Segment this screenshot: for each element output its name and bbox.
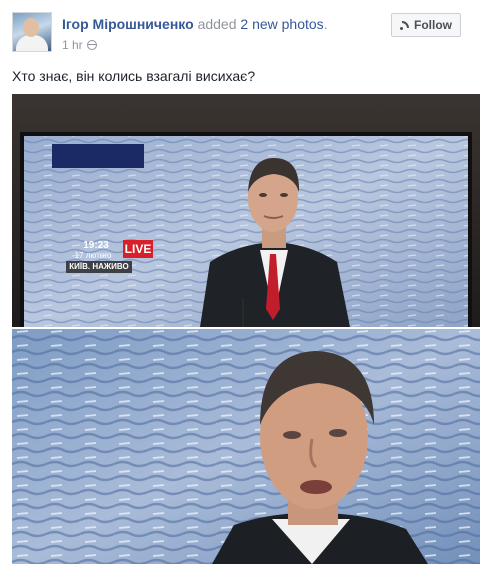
timestamp-link[interactable]: 1 hr	[62, 38, 83, 52]
author-name-link[interactable]: Ігор Мірошниченко	[62, 16, 194, 32]
rss-icon	[400, 21, 409, 30]
avatar-shirt	[16, 35, 48, 51]
photo-closeup[interactable]	[12, 329, 480, 564]
follow-label: Follow	[414, 18, 452, 32]
action-prefix: added	[197, 16, 237, 32]
closeup-image	[12, 329, 480, 564]
globe-icon	[86, 40, 97, 50]
tv-screen-image	[12, 94, 480, 327]
post-header: Ігор Мірошниченко added 2 new photos.	[62, 15, 328, 33]
action-suffix: .	[323, 16, 328, 32]
feed-post: Ігор Мірошниченко added 2 new photos. 1 …	[0, 0, 490, 571]
ticker-place: КИЇВ. НАЖИВО	[66, 261, 132, 273]
follow-button[interactable]: Follow	[391, 13, 461, 37]
post-text: Хто знає, він колись взагалі висихає?	[12, 68, 256, 84]
ticker-time: 19:23	[83, 240, 109, 251]
photo-tv-screen[interactable]: 19:23 17 лютого LIVE КИЇВ. НАЖИВО	[12, 94, 480, 327]
post-timestamp: 1 hr	[62, 38, 97, 52]
author-avatar[interactable]	[12, 12, 52, 52]
post-action-text: added 2 new photos.	[198, 16, 328, 32]
ticker-date: 17 лютого	[74, 251, 112, 260]
live-badge: LIVE	[123, 240, 153, 258]
photos-count-link[interactable]: 2 new photos	[240, 16, 323, 32]
avatar-face	[23, 18, 39, 37]
